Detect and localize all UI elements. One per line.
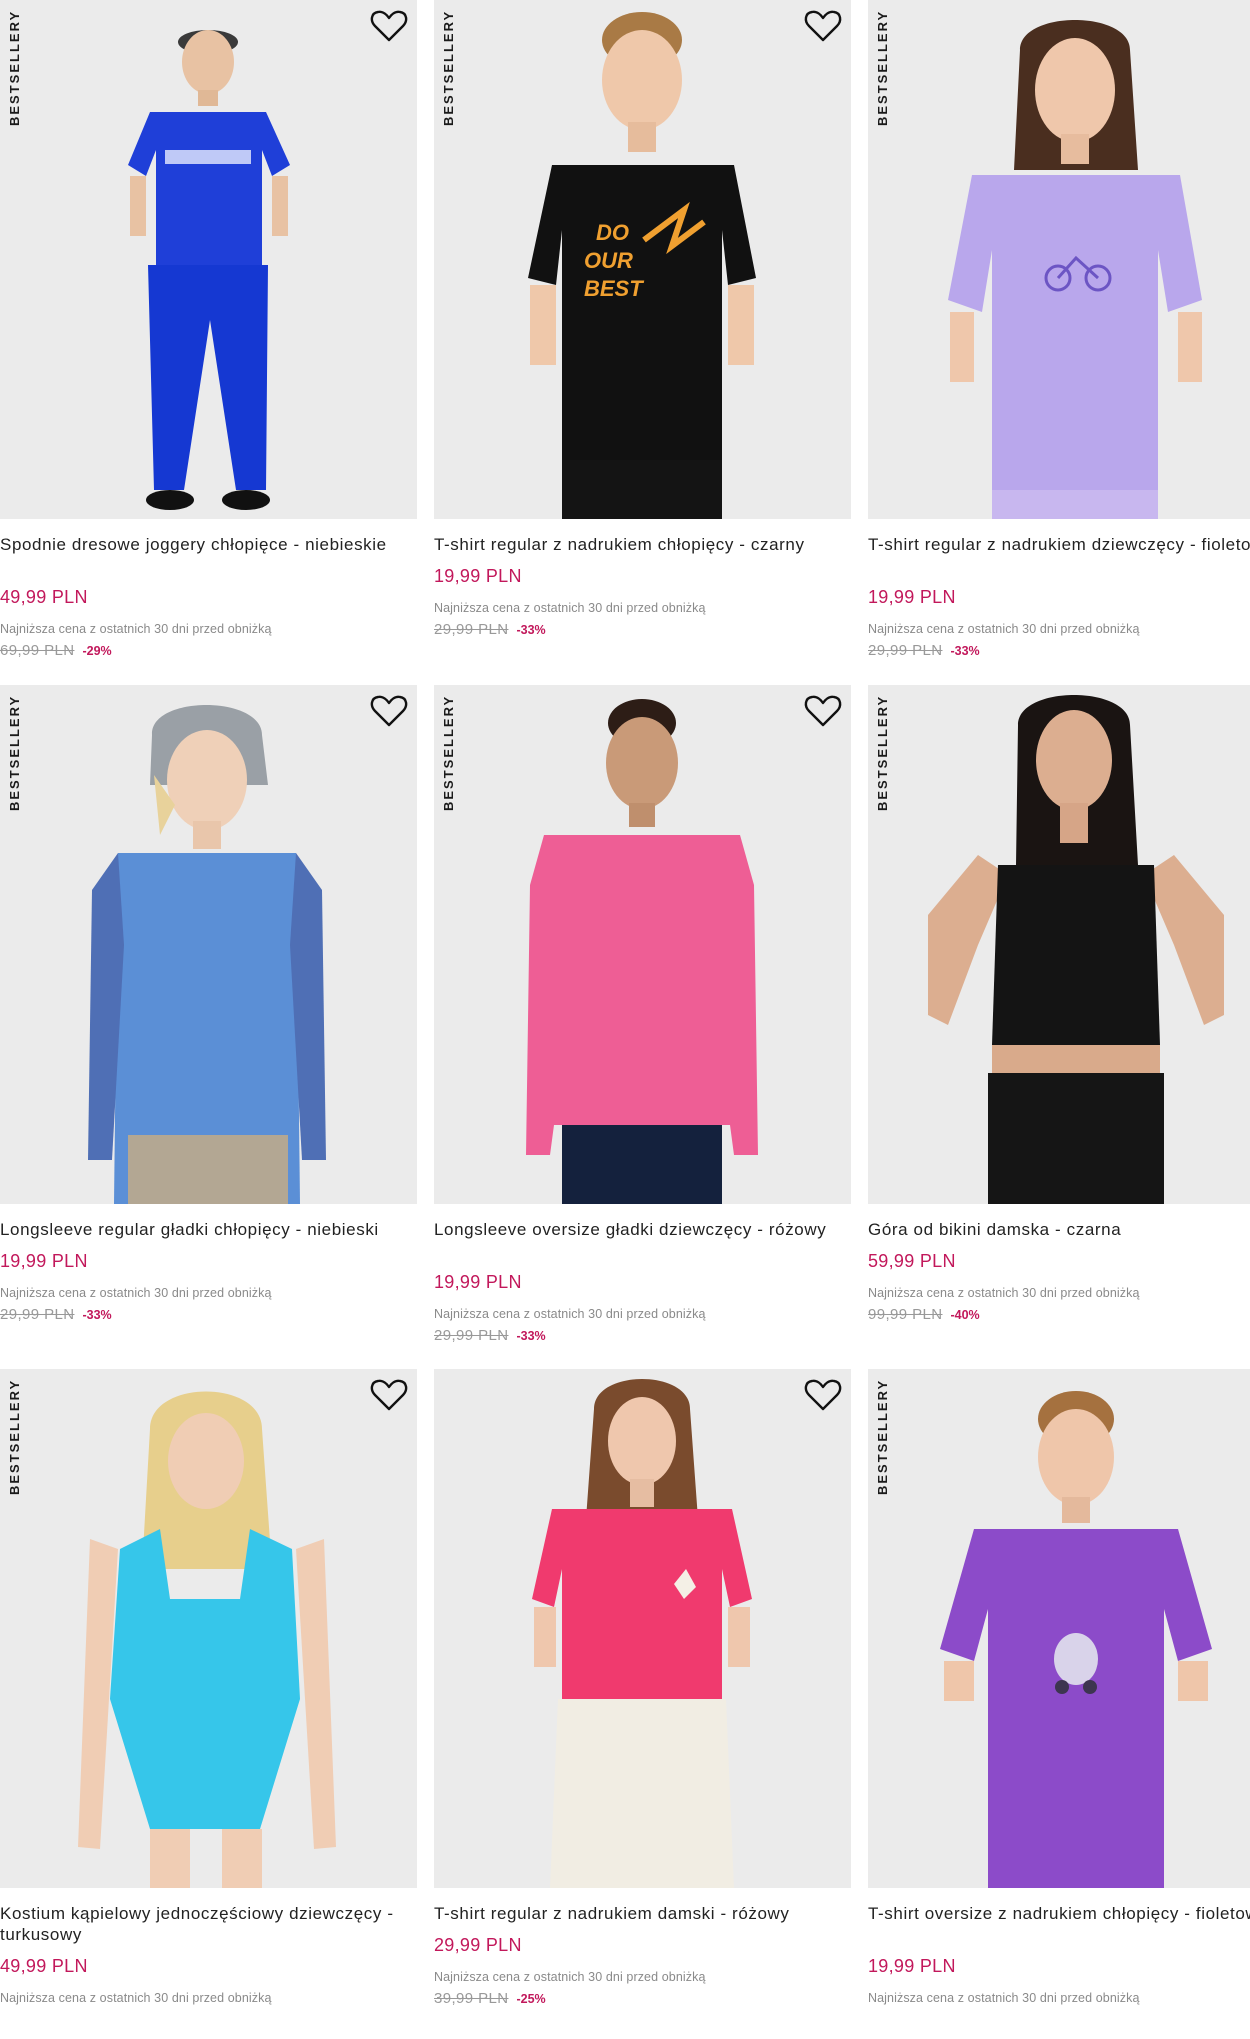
lowest-price-note: Najniższa cena z ostatnich 30 dni przed … <box>868 1286 1140 1300</box>
product-card[interactable]: T-shirt regular z nadrukiem damski - róż… <box>434 1369 851 2039</box>
discount-badge: -33% <box>82 1308 112 1322</box>
product-illustration <box>928 695 1224 1204</box>
product-name[interactable]: T-shirt regular z nadrukiem dziewczęcy -… <box>868 534 1250 555</box>
product-name[interactable]: T-shirt regular z nadrukiem chłopięcy - … <box>434 534 849 555</box>
product-illustration <box>78 1391 336 1888</box>
lowest-price-note: Najniższa cena z ostatnich 30 dni przed … <box>0 622 272 636</box>
old-price-row: 29,99 PLN -33% <box>0 1306 112 1323</box>
heart-icon <box>370 695 408 727</box>
lowest-price-note: Najniższa cena z ostatnich 30 dni przed … <box>434 1307 706 1321</box>
heart-icon <box>370 10 408 42</box>
product-image[interactable]: BESTSELLERY <box>0 0 417 519</box>
old-price: 29,99 PLN <box>868 642 943 659</box>
product-name[interactable]: Góra od bikini damska - czarna <box>868 1219 1250 1240</box>
svg-text:DO: DO <box>596 220 629 245</box>
old-price: 39,99 PLN <box>434 1990 509 2007</box>
product-illustration <box>948 20 1202 519</box>
product-name[interactable]: Longsleeve regular gładki chłopięcy - ni… <box>0 1219 415 1240</box>
product-name[interactable]: T-shirt regular z nadrukiem damski - róż… <box>434 1903 849 1924</box>
product-name[interactable]: Kostium kąpielowy jednoczęściowy dziewcz… <box>0 1903 415 1945</box>
heart-icon <box>804 10 842 42</box>
add-to-wishlist-button[interactable] <box>803 8 843 44</box>
product-price: 59,99 PLN <box>868 1251 956 1271</box>
product-price: 49,99 PLN <box>0 1956 88 1976</box>
product-image[interactable]: BESTSELLERY <box>868 685 1250 1204</box>
product-price: 19,99 PLN <box>868 587 956 607</box>
old-price-row: 69,99 PLN -29% <box>0 642 112 659</box>
product-price: 19,99 PLN <box>0 1251 88 1271</box>
bestseller-badge: BESTSELLERY <box>441 9 456 126</box>
bestseller-badge: BESTSELLERY <box>875 1378 890 1495</box>
product-illustration <box>128 30 290 510</box>
product-name[interactable]: T-shirt oversize z nadrukiem chłopięcy -… <box>868 1903 1250 1924</box>
product-price: 19,99 PLN <box>434 1272 522 1292</box>
product-illustration <box>940 1391 1212 1888</box>
bestseller-badge: BESTSELLERY <box>875 9 890 126</box>
lowest-price-note: Najniższa cena z ostatnich 30 dni przed … <box>868 622 1140 636</box>
product-card[interactable]: BESTSELLERY Kostium kąpielowy jednoczęśc… <box>0 1369 417 2039</box>
product-image[interactable]: BESTSELLERY <box>0 1369 417 1888</box>
product-card[interactable]: BESTSELLERY T-shirt regular z nadrukiem … <box>868 0 1250 670</box>
product-image[interactable]: DO OUR BEST BESTSELLERY <box>434 0 851 519</box>
old-price-row: 99,99 PLN -40% <box>868 1306 980 1323</box>
old-price: 99,99 PLN <box>868 1306 943 1323</box>
add-to-wishlist-button[interactable] <box>369 1377 409 1413</box>
discount-badge: -33% <box>516 623 546 637</box>
old-price: 29,99 PLN <box>434 621 509 638</box>
product-card[interactable]: BESTSELLERY Góra od bikini damska - czar… <box>868 685 1250 1355</box>
product-price: 29,99 PLN <box>434 1935 522 1955</box>
product-image[interactable]: BESTSELLERY <box>434 685 851 1204</box>
product-price: 19,99 PLN <box>868 1956 956 1976</box>
old-price-row: 29,99 PLN -33% <box>434 1327 546 1344</box>
product-illustration: DO OUR BEST <box>528 12 756 519</box>
discount-badge: -40% <box>950 1308 980 1322</box>
lowest-price-note: Najniższa cena z ostatnich 30 dni przed … <box>0 1991 272 2005</box>
product-price: 49,99 PLN <box>0 587 88 607</box>
heart-icon <box>370 1379 408 1411</box>
add-to-wishlist-button[interactable] <box>803 693 843 729</box>
product-name[interactable]: Spodnie dresowe joggery chłopięce - nieb… <box>0 534 415 555</box>
old-price-row: 29,99 PLN -33% <box>434 621 546 638</box>
product-name[interactable]: Longsleeve oversize gładki dziewczęcy - … <box>434 1219 849 1240</box>
bestseller-badge: BESTSELLERY <box>7 694 22 811</box>
product-illustration <box>88 705 326 1204</box>
heart-icon <box>804 695 842 727</box>
old-price: 29,99 PLN <box>0 1306 75 1323</box>
heart-icon <box>804 1379 842 1411</box>
lowest-price-note: Najniższa cena z ostatnich 30 dni przed … <box>0 1286 272 1300</box>
add-to-wishlist-button[interactable] <box>369 8 409 44</box>
product-card[interactable]: BESTSELLERY Longsleeve regular gładki ch… <box>0 685 417 1355</box>
product-card[interactable]: DO OUR BEST BESTSELLERY T-shirt regular … <box>434 0 851 670</box>
lowest-price-note: Najniższa cena z ostatnich 30 dni przed … <box>868 1991 1140 2005</box>
discount-badge: -25% <box>516 1992 546 2006</box>
product-card[interactable]: BESTSELLERY Spodnie dresowe joggery chło… <box>0 0 417 670</box>
old-price: 29,99 PLN <box>434 1327 509 1344</box>
svg-text:OUR: OUR <box>584 248 633 273</box>
discount-badge: -29% <box>82 644 112 658</box>
discount-badge: -33% <box>950 644 980 658</box>
bestseller-badge: BESTSELLERY <box>7 1378 22 1495</box>
product-illustration <box>526 699 758 1204</box>
product-illustration <box>532 1379 752 1888</box>
old-price: 69,99 PLN <box>0 642 75 659</box>
bestseller-badge: BESTSELLERY <box>441 694 456 811</box>
bestseller-badge: BESTSELLERY <box>875 694 890 811</box>
product-price: 19,99 PLN <box>434 566 522 586</box>
product-grid: BESTSELLERY Spodnie dresowe joggery chło… <box>0 0 1250 2014</box>
discount-badge: -33% <box>516 1329 546 1343</box>
product-image[interactable]: BESTSELLERY <box>0 685 417 1204</box>
lowest-price-note: Najniższa cena z ostatnich 30 dni przed … <box>434 601 706 615</box>
product-image[interactable]: BESTSELLERY <box>868 1369 1250 1888</box>
add-to-wishlist-button[interactable] <box>803 1377 843 1413</box>
product-image[interactable]: BESTSELLERY <box>868 0 1250 519</box>
add-to-wishlist-button[interactable] <box>369 693 409 729</box>
product-card[interactable]: BESTSELLERY Longsleeve oversize gładki d… <box>434 685 851 1355</box>
product-card[interactable]: BESTSELLERY T-shirt oversize z nadrukiem… <box>868 1369 1250 2039</box>
lowest-price-note: Najniższa cena z ostatnich 30 dni przed … <box>434 1970 706 1984</box>
product-image[interactable] <box>434 1369 851 1888</box>
bestseller-badge: BESTSELLERY <box>7 9 22 126</box>
old-price-row: 39,99 PLN -25% <box>434 1990 546 2007</box>
old-price-row: 29,99 PLN -33% <box>868 642 980 659</box>
svg-text:BEST: BEST <box>584 276 644 301</box>
